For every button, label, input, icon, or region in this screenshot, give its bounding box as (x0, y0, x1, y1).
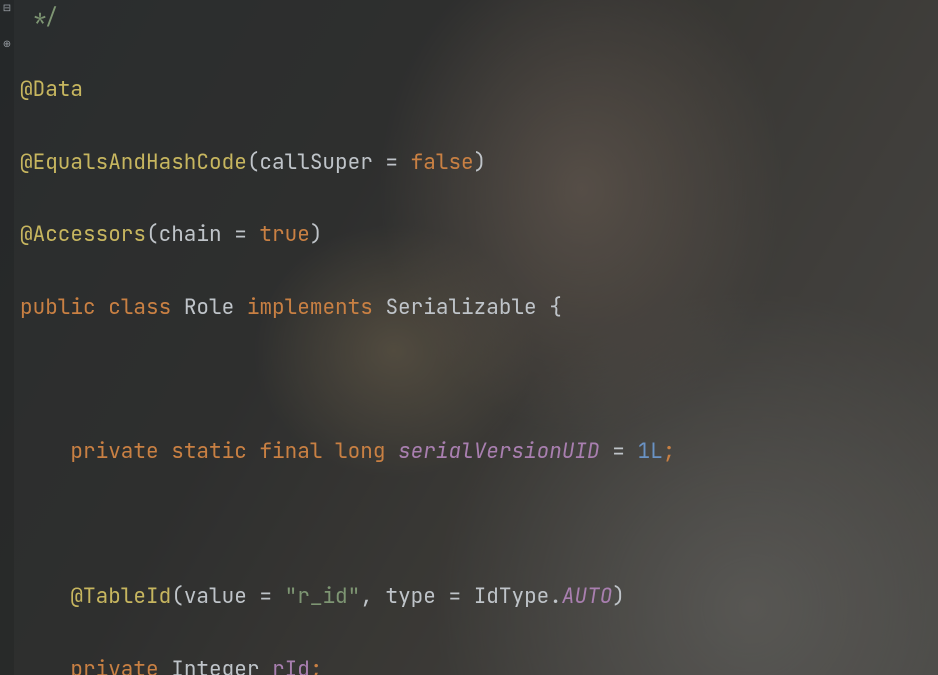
type-integer: Integer (171, 656, 259, 675)
class-name: Role (184, 294, 234, 321)
string-rid: "r_id" (285, 583, 361, 610)
code-line: */ (20, 0, 938, 36)
code-line: public class Role implements Serializabl… (20, 290, 938, 326)
annotation-tableid: @TableId (70, 583, 171, 610)
semicolon: ; (663, 438, 676, 465)
annotation-data: @Data (20, 76, 83, 103)
type-idtype: IdType (474, 583, 550, 610)
brace-open: { (549, 294, 562, 321)
paren-open: ( (146, 221, 159, 248)
code-line (20, 507, 938, 543)
semicolon: ; (310, 656, 323, 675)
code-line: private Integer rId; (20, 652, 938, 675)
kw-private: private (70, 656, 158, 675)
op-eq: = (373, 149, 411, 176)
kw-implements: implements (247, 294, 373, 321)
code-editor[interactable]: */ @Data @EqualsAndHashCode(callSuper = … (0, 0, 938, 675)
op-eq: = (436, 583, 474, 610)
kw-final: final (259, 438, 322, 465)
kw-class: class (108, 294, 171, 321)
dot: . (549, 583, 562, 610)
field-rid: rId (272, 656, 310, 675)
op-eq: = (222, 221, 260, 248)
param-type: type (385, 583, 435, 610)
op-eq: = (600, 438, 638, 465)
param-chain: chain (159, 221, 222, 248)
paren-close: ) (310, 221, 323, 248)
annotation-accessors: @Accessors (20, 221, 146, 248)
code-line: @Data (20, 72, 938, 108)
kw-private: private (70, 438, 158, 465)
param-callsuper: callSuper (259, 149, 372, 176)
paren-open: ( (247, 149, 260, 176)
param-value: value (184, 583, 247, 610)
code-line: private static final long serialVersionU… (20, 434, 938, 470)
literal-false: false (411, 149, 474, 176)
code-line: @EqualsAndHashCode(callSuper = false) (20, 145, 938, 181)
field-serialversionuid: serialVersionUID (398, 438, 600, 465)
comma: , (360, 583, 373, 610)
paren-open: ( (171, 583, 184, 610)
type-long: long (335, 438, 385, 465)
comment-close: */ (20, 4, 58, 31)
literal-true: true (259, 221, 309, 248)
enum-auto: AUTO (562, 583, 612, 610)
op-eq: = (247, 583, 285, 610)
kw-public: public (20, 294, 96, 321)
kw-static: static (171, 438, 247, 465)
iface-serializable: Serializable (385, 294, 536, 321)
code-line (20, 362, 938, 398)
annotation-equals-hashcode: @EqualsAndHashCode (20, 149, 247, 176)
paren-close: ) (474, 149, 487, 176)
paren-close: ) (612, 583, 625, 610)
literal-1l: 1L (637, 438, 662, 465)
code-line: @TableId(value = "r_id", type = IdType.A… (20, 579, 938, 615)
code-line: @Accessors(chain = true) (20, 217, 938, 253)
